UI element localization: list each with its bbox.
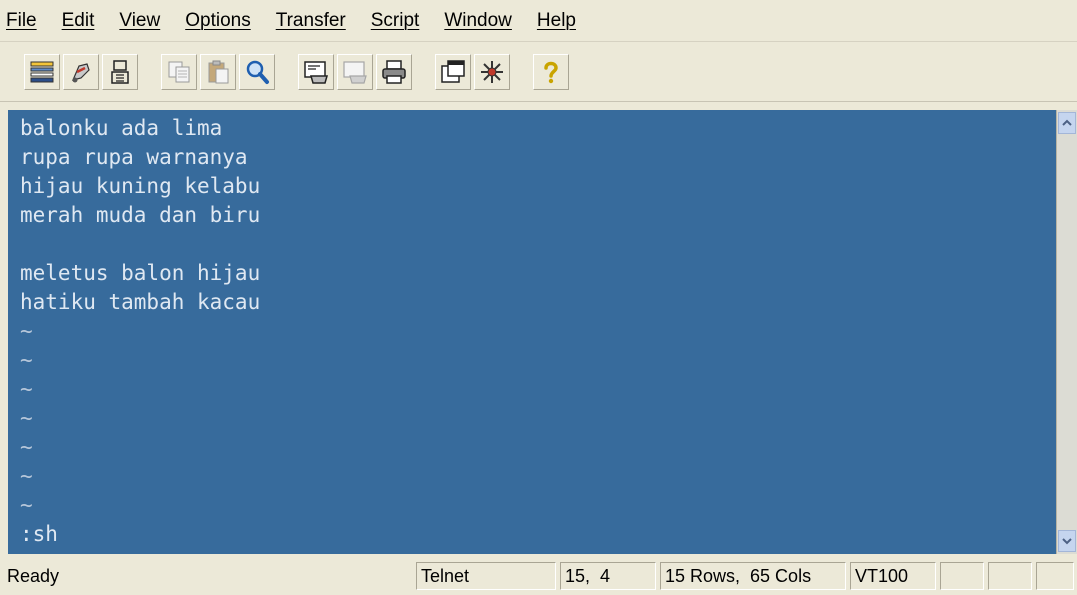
print-screen-icon — [304, 60, 328, 84]
terminal-line: ~ — [20, 377, 33, 401]
paste-icon — [208, 60, 229, 83]
print-button[interactable] — [376, 53, 412, 90]
menu-file[interactable]: File — [4, 8, 39, 34]
help-icon — [544, 61, 558, 83]
status-empty-field — [940, 562, 984, 590]
global-options-icon — [481, 60, 503, 83]
terminal-line: rupa rupa warnanya — [20, 145, 248, 169]
scroll-up-button[interactable] — [1058, 112, 1076, 134]
print-icon — [382, 59, 406, 84]
menu-bar: File Edit View Options Transfer Script W… — [0, 0, 1077, 42]
scroll-down-button[interactable] — [1058, 530, 1076, 552]
menu-help[interactable]: Help — [535, 8, 578, 34]
status-empty-field — [988, 562, 1032, 590]
terminal-command-line: :sh — [20, 522, 58, 546]
terminal-line: hatiku tambah kacau — [20, 290, 261, 314]
menu-window[interactable]: Window — [442, 8, 514, 34]
chevron-down-icon — [1062, 538, 1072, 545]
paste-button[interactable] — [200, 53, 236, 90]
menu-transfer[interactable]: Transfer — [274, 8, 348, 34]
terminal-line: ~ — [20, 319, 33, 343]
terminal-line: balonku ada lima — [20, 116, 223, 140]
terminal-line: ~ — [20, 406, 33, 430]
connect-tab-button[interactable] — [102, 53, 138, 90]
resize-grip[interactable] — [1036, 562, 1074, 590]
terminal-line: merah muda dan biru — [20, 203, 261, 227]
print-selection-button[interactable] — [337, 53, 373, 90]
help-button[interactable] — [533, 53, 569, 90]
copy-button[interactable] — [161, 53, 197, 90]
terminal-line: hijau kuning kelabu — [20, 174, 261, 198]
menu-options[interactable]: Options — [183, 8, 252, 34]
terminal-line: meletus balon hijau — [20, 261, 261, 285]
status-screen-size: 15 Rows, 65 Cols — [660, 562, 846, 590]
connect-tab-icon — [111, 59, 129, 84]
print-selection-icon — [343, 60, 367, 84]
status-message: Ready — [7, 565, 60, 586]
session-options-button[interactable] — [435, 53, 471, 90]
status-cursor-position: 15, 4 — [560, 562, 656, 590]
find-button[interactable] — [239, 53, 275, 90]
connect-button[interactable] — [24, 53, 60, 90]
menu-view[interactable]: View — [117, 8, 162, 34]
quick-connect-icon — [71, 62, 90, 82]
status-emulation: VT100 — [850, 562, 936, 590]
status-protocol: Telnet — [416, 562, 556, 590]
connect-icon — [30, 61, 54, 82]
print-screen-button[interactable] — [298, 53, 334, 90]
global-options-button[interactable] — [474, 53, 510, 90]
terminal-line: ~ — [20, 435, 33, 459]
terminal-line: ~ — [20, 348, 33, 372]
vertical-scrollbar[interactable] — [1056, 110, 1077, 554]
menu-script[interactable]: Script — [369, 8, 422, 34]
status-bar: Ready Telnet 15, 4 15 Rows, 65 Cols VT10… — [0, 557, 1077, 595]
chevron-up-icon — [1062, 119, 1072, 126]
menu-edit[interactable]: Edit — [60, 8, 97, 34]
toolbar — [0, 42, 1077, 102]
copy-icon — [168, 61, 190, 82]
terminal-line: ~ — [20, 464, 33, 488]
find-icon — [246, 60, 269, 84]
session-options-icon — [441, 59, 465, 83]
terminal-screen[interactable]: balonku ada lima rupa rupa warnanya hija… — [8, 110, 1056, 554]
terminal-line: ~ — [20, 493, 33, 517]
quick-connect-button[interactable] — [63, 53, 99, 90]
